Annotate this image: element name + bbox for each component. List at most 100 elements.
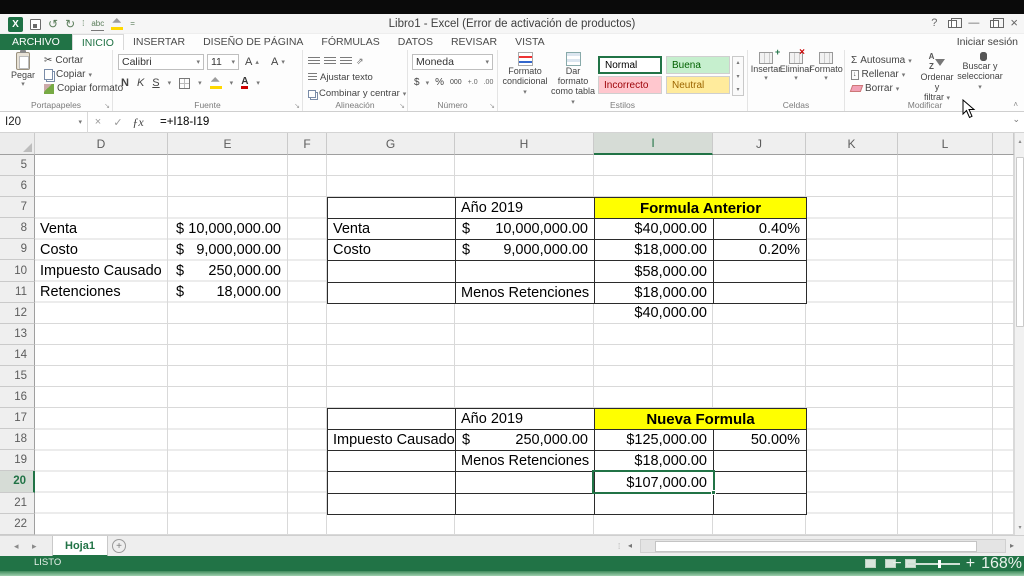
number-dialog-launcher-icon[interactable]: ↘ <box>489 102 495 110</box>
cell-J9[interactable]: 0.20% <box>714 240 807 261</box>
cell-G8[interactable]: Venta <box>328 219 456 240</box>
bold-button[interactable]: N <box>121 77 129 89</box>
row-header-22[interactable]: 22 <box>0 514 35 535</box>
view-normal-icon[interactable] <box>865 559 876 568</box>
cell-D9[interactable]: Costo <box>37 239 167 260</box>
italic-button[interactable]: K <box>137 77 144 89</box>
save-icon[interactable] <box>30 19 41 30</box>
cell-H21[interactable] <box>456 494 595 515</box>
cell-H20[interactable] <box>456 472 595 493</box>
restore-icon[interactable] <box>990 20 999 28</box>
insert-cells-button[interactable]: Insertar▾ <box>752 52 780 84</box>
clipboard-dialog-launcher-icon[interactable]: ↘ <box>104 102 110 110</box>
formula-bar-expand-icon[interactable]: ⌄ <box>1012 114 1020 125</box>
cell-J10[interactable] <box>714 261 807 282</box>
tab-inicio[interactable]: INICIO <box>72 34 124 50</box>
alignment-dialog-launcher-icon[interactable]: ↘ <box>399 102 405 110</box>
column-header-blank[interactable] <box>993 133 1014 155</box>
row-header-14[interactable]: 14 <box>0 345 35 366</box>
cell-H10[interactable] <box>456 261 595 282</box>
align-middle-icon[interactable] <box>324 57 336 66</box>
tab-datos[interactable]: DATOS <box>389 34 442 50</box>
tab-vista[interactable]: VISTA <box>506 34 554 50</box>
cell-H7[interactable]: Año 2019 <box>456 198 595 219</box>
enter-entry-icon[interactable]: ✓ <box>108 116 128 129</box>
grow-font-button[interactable]: A▴ <box>245 56 259 68</box>
excel-app-icon[interactable]: X <box>8 17 23 32</box>
font-size-select[interactable]: 11▾ <box>207 54 239 70</box>
style-buena[interactable]: Buena <box>666 56 730 74</box>
column-header-L[interactable]: L <box>898 133 993 155</box>
number-format-select[interactable]: Moneda▾ <box>412 54 493 70</box>
column-header-F[interactable]: F <box>288 133 327 155</box>
formula-input[interactable]: =+I18-I19 <box>160 116 209 128</box>
name-box-dropdown-icon[interactable]: ▾ <box>78 118 82 126</box>
font-color-icon[interactable]: A <box>241 77 248 89</box>
row-header-18[interactable]: 18 <box>0 429 35 450</box>
cell-I8[interactable]: $40,000.00 <box>595 219 714 240</box>
row-header-16[interactable]: 16 <box>0 387 35 408</box>
cell-G19[interactable] <box>328 451 456 472</box>
horizontal-scrollbar[interactable] <box>640 539 1006 553</box>
sheet-prev-icon[interactable]: ◂ <box>14 536 19 557</box>
horizontal-scroll-thumb[interactable] <box>655 541 977 552</box>
zoom-level[interactable]: 168% <box>981 555 1022 573</box>
cell-J11[interactable] <box>714 283 807 304</box>
cell-I18[interactable]: $125,000.00 <box>595 430 714 451</box>
align-bottom-icon[interactable] <box>340 57 352 66</box>
row-header-13[interactable]: 13 <box>0 324 35 345</box>
hscroll-left-icon[interactable]: ◂ <box>628 539 632 553</box>
cell-I19[interactable]: $18,000.00 <box>595 451 714 472</box>
format-cells-button[interactable]: Formato▾ <box>812 52 840 84</box>
row-header-8[interactable]: 8 <box>0 218 35 239</box>
cell-G7[interactable] <box>328 198 456 219</box>
cell-H11[interactable]: Menos Retenciones <box>456 283 595 304</box>
collapse-ribbon-icon[interactable]: ˄ <box>1013 100 1018 109</box>
tab-split-handle[interactable]: ⁞ <box>618 536 620 557</box>
help-icon[interactable]: ? <box>931 17 937 29</box>
touch-mode-icon[interactable]: ⁞ <box>82 18 84 30</box>
cell-E11[interactable]: $18,000.00 <box>168 282 287 303</box>
vertical-scrollbar[interactable]: ▴ ▾ <box>1014 133 1024 535</box>
scroll-up-icon[interactable]: ▴ <box>1015 133 1024 149</box>
cell-D11[interactable]: Retenciones <box>37 282 167 303</box>
spelling-icon[interactable]: abc <box>91 18 104 31</box>
row-header-21[interactable]: 21 <box>0 493 35 514</box>
sign-in-link[interactable]: Iniciar sesión <box>957 36 1018 48</box>
column-header-D[interactable]: D <box>35 133 168 155</box>
clear-button[interactable]: Borrar▾ <box>851 83 899 94</box>
cell-E8[interactable]: $10,000,000.00 <box>168 218 287 239</box>
cell-I10[interactable]: $58,000.00 <box>595 261 714 282</box>
tab-f-rmulas[interactable]: FÓRMULAS <box>312 34 388 50</box>
cell-J21[interactable] <box>714 494 807 515</box>
comma-format-icon[interactable]: 000 <box>450 79 462 86</box>
cell-D8[interactable]: Venta <box>37 218 167 239</box>
cell-G20[interactable] <box>328 472 456 493</box>
sheet-tab-hoja1[interactable]: Hoja1 <box>52 536 108 557</box>
tab-archivo[interactable]: ARCHIVO <box>0 34 72 50</box>
fill-button[interactable]: ↓ Rellenar▾ <box>851 69 905 80</box>
underline-button[interactable]: S <box>152 77 159 89</box>
zoom-slider-thumb[interactable] <box>938 560 941 568</box>
delete-cells-button[interactable]: Eliminar▾ <box>782 52 810 84</box>
cancel-entry-icon[interactable]: × <box>88 116 108 128</box>
copy-button[interactable]: Copiar▾ <box>44 69 92 80</box>
zoom-out-icon[interactable]: − <box>892 555 901 573</box>
cell-G21[interactable] <box>328 494 456 515</box>
fill-color-icon[interactable] <box>210 77 222 89</box>
tab-revisar[interactable]: REVISAR <box>442 34 506 50</box>
font-color-dropdown-icon[interactable]: ▾ <box>256 79 260 87</box>
cell-H18[interactable]: $250,000.00 <box>456 430 595 451</box>
underline-dropdown-icon[interactable]: ▾ <box>168 79 172 87</box>
decrease-decimal-icon[interactable]: .00 <box>484 79 494 86</box>
row-header-20[interactable]: 20 <box>0 471 35 492</box>
currency-format-icon[interactable]: $ <box>414 77 420 88</box>
increase-decimal-icon[interactable]: +.0 <box>468 79 478 86</box>
autosum-button[interactable]: Σ Autosuma▾ <box>851 55 912 66</box>
conditional-formatting-button[interactable]: Formato condicional ▾ <box>502 52 548 98</box>
cell-H8[interactable]: $10,000,000.00 <box>456 219 595 240</box>
cell-H17[interactable]: Año 2019 <box>456 409 595 430</box>
cell-I21[interactable] <box>595 494 714 515</box>
paste-button[interactable]: Pegar▾ <box>6 52 40 90</box>
cell-I9[interactable]: $18,000.00 <box>595 240 714 261</box>
